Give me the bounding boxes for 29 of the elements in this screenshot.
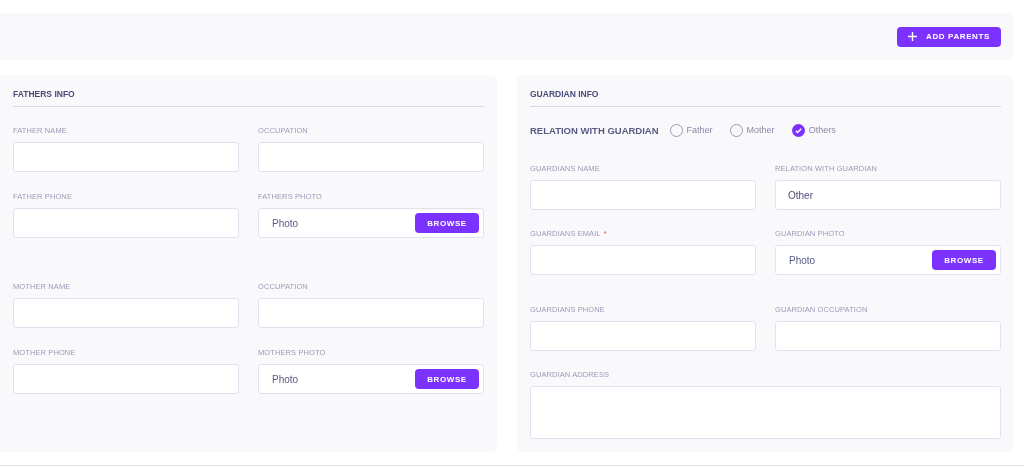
add-parents-button[interactable]: ADD PARENTS [897,26,1001,47]
text-field[interactable] [13,208,239,238]
text-field[interactable] [530,180,756,210]
text-field[interactable] [13,298,239,328]
file-field[interactable]: Photo BROWSE [258,208,484,238]
relation-label: RELATION WITH GUARDIAN [530,124,659,136]
radio-option[interactable]: Mother [729,123,775,137]
text-field[interactable] [530,321,756,351]
browse-button[interactable]: BROWSE [932,250,996,270]
radio-option[interactable]: Others [791,123,836,137]
text-field[interactable] [775,321,1001,351]
file-name-text: Photo [272,373,299,385]
text-field[interactable] [13,364,239,394]
plus-icon [908,32,918,41]
file-field[interactable]: Photo BROWSE [258,364,484,394]
text-field[interactable]: Other [775,180,1001,210]
browse-button[interactable]: BROWSE [415,213,479,233]
radio-option[interactable]: Father [669,123,713,137]
text-field[interactable] [258,142,484,172]
file-name-text: Photo [789,254,816,266]
address-field[interactable] [530,386,1001,439]
file-field[interactable]: Photo BROWSE [775,245,1001,275]
text-field[interactable] [258,298,484,328]
browse-button[interactable]: BROWSE [415,369,479,389]
text-field[interactable] [13,142,239,172]
section-title: FATHERS INFO [13,88,484,107]
text-field[interactable] [530,245,756,275]
file-name-text: Photo [272,217,299,229]
section-title: GUARDIAN INFO [530,88,1001,107]
